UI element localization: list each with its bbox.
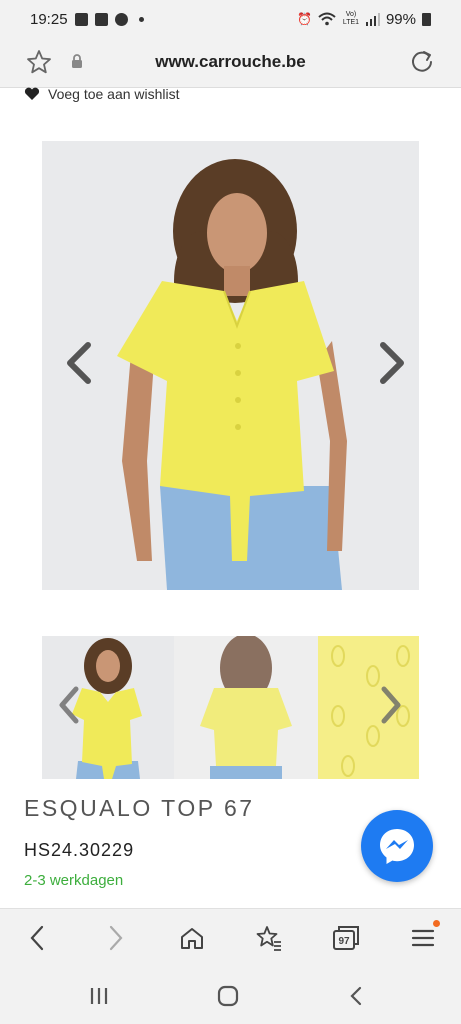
bookmarks-star-icon — [256, 926, 281, 951]
tabs-count: 97 — [338, 935, 350, 947]
system-back-icon[interactable] — [345, 984, 369, 1008]
delivery-time: 2-3 werkdagen — [24, 872, 124, 889]
bookmarks-button[interactable] — [254, 923, 284, 953]
product-sku: HS24.30229 — [24, 840, 135, 860]
previous-image-arrow[interactable] — [64, 341, 92, 385]
network-label: Vo) LTE1 — [342, 11, 360, 26]
alarm-icon: ⏰ — [297, 12, 312, 26]
status-right: ⏰ Vo) LTE1 99% — [297, 11, 431, 28]
more-notifications-icon — [138, 16, 144, 22]
status-time: 19:25 — [30, 10, 68, 28]
home-circle-icon[interactable] — [216, 984, 240, 1008]
gallery-notification-icon — [74, 12, 88, 26]
notification-dot — [433, 920, 440, 927]
browser-toolbar: 97 — [0, 908, 461, 968]
url-text[interactable]: www.carrouche.be — [0, 52, 461, 72]
heart-icon — [24, 87, 40, 100]
thumbnail-back[interactable] — [174, 636, 318, 779]
reload-icon[interactable] — [409, 49, 435, 75]
wishlist-label: Voeg toe aan wishlist — [48, 86, 180, 102]
thumbnail-previous-arrow[interactable] — [58, 685, 80, 725]
product-main-image[interactable] — [42, 141, 419, 590]
chevron-right-icon — [109, 925, 123, 951]
app-notification-icon — [94, 12, 108, 26]
thumbnail-strip — [42, 636, 419, 779]
home-button[interactable] — [177, 923, 207, 953]
forward-button[interactable] — [101, 923, 131, 953]
home-icon — [181, 928, 203, 949]
menu-button[interactable] — [408, 920, 440, 953]
messenger-chat-button[interactable] — [361, 810, 433, 882]
thumbnail-next-arrow[interactable] — [380, 685, 402, 725]
url-bar: www.carrouche.be — [0, 38, 461, 88]
next-image-arrow[interactable] — [379, 341, 407, 385]
chevron-left-icon — [30, 925, 44, 951]
signal-icon — [365, 12, 380, 26]
messenger-icon — [380, 829, 414, 864]
tabs-button[interactable]: 97 — [331, 923, 361, 953]
wifi-icon — [318, 12, 336, 26]
recent-apps-icon[interactable] — [87, 984, 111, 1008]
product-title: ESQUALO TOP 67 — [24, 795, 255, 821]
status-bar: 19:25 ⏰ Vo) LTE1 99% — [0, 0, 461, 38]
system-nav-bar — [0, 968, 461, 1024]
product-photo — [42, 141, 419, 590]
thumbnail-detail[interactable] — [318, 636, 419, 779]
facebook-notification-icon — [114, 12, 128, 26]
battery-icon — [422, 12, 431, 26]
battery-level: 99% — [385, 10, 416, 28]
status-left: 19:25 — [30, 11, 144, 28]
wishlist-link[interactable]: Voeg toe aan wishlist — [24, 86, 180, 102]
back-button[interactable] — [22, 923, 52, 953]
hamburger-menu-icon — [411, 929, 435, 947]
